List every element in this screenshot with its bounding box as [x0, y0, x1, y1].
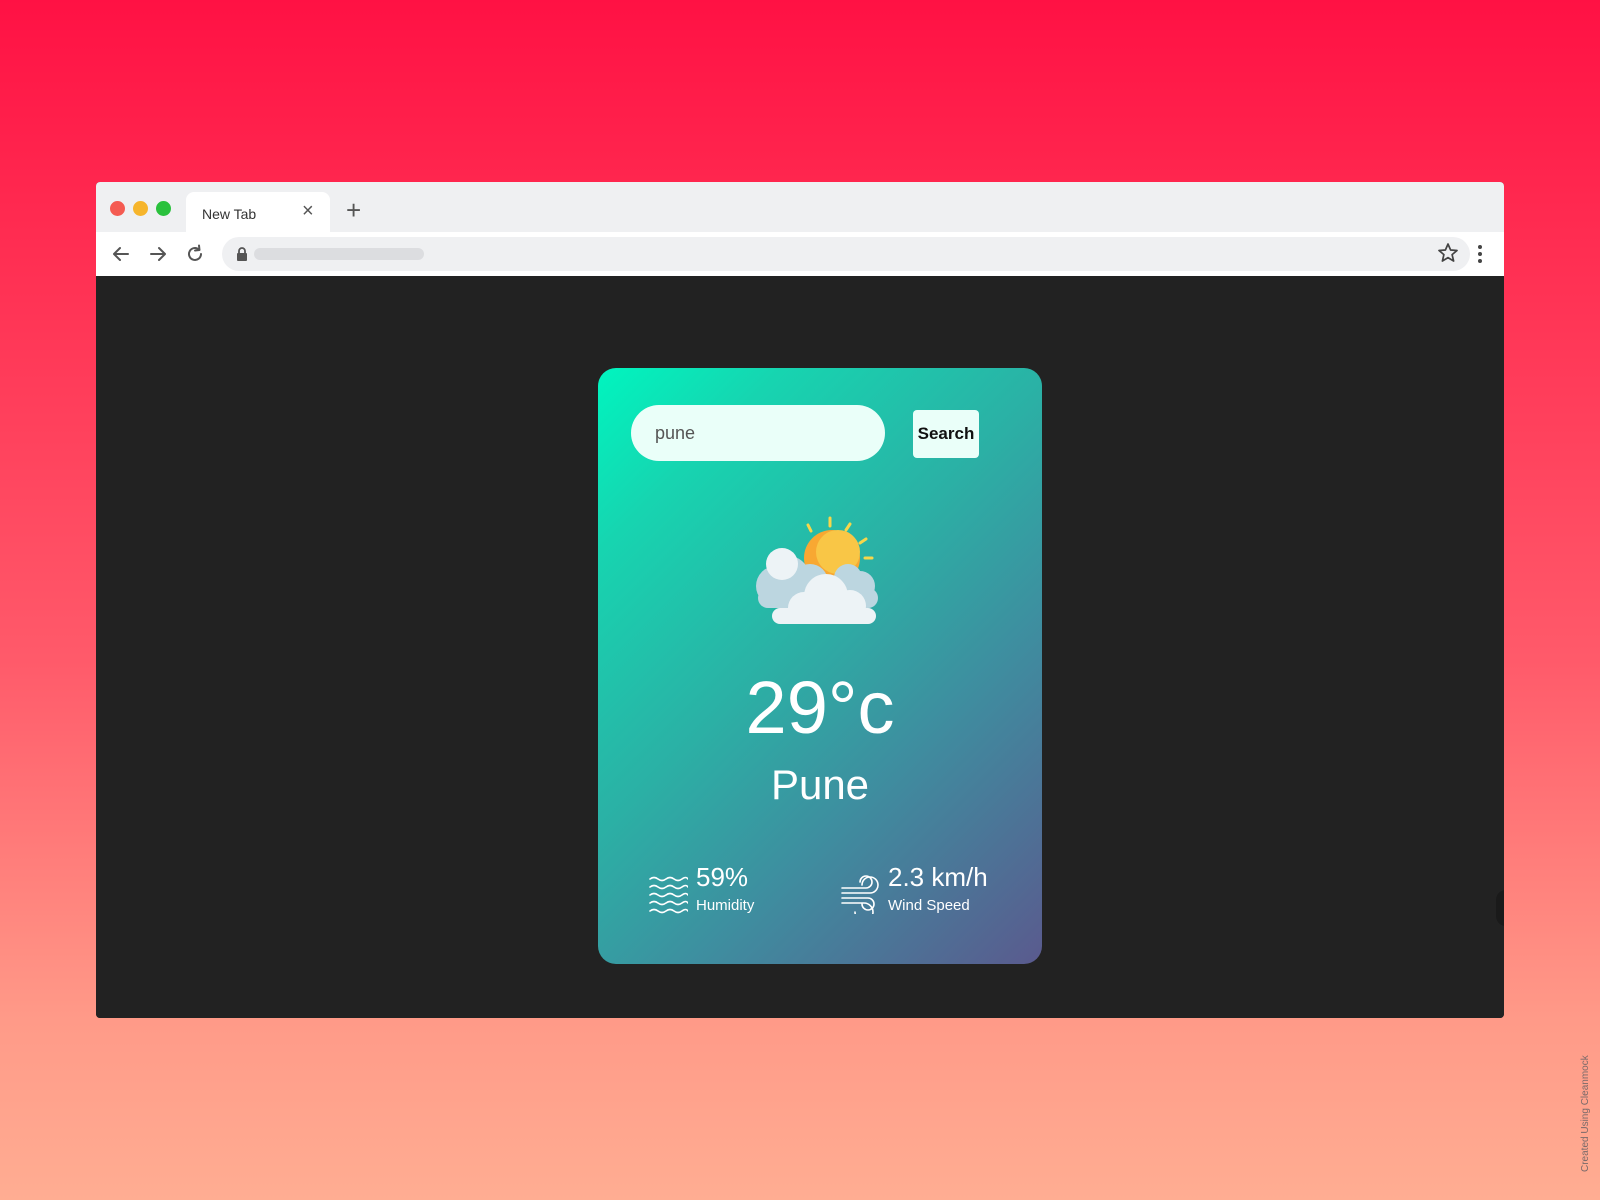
- page-viewport: Search: [96, 276, 1504, 1018]
- tab-title: New Tab: [202, 206, 257, 222]
- new-tab-button[interactable]: +: [346, 197, 361, 223]
- wind-speed-label: Wind Speed: [888, 897, 970, 914]
- bookmark-star-icon[interactable]: [1436, 241, 1460, 265]
- temperature: 29°c: [745, 666, 895, 749]
- reload-icon[interactable]: [182, 241, 208, 267]
- humidity-label: Humidity: [696, 897, 755, 914]
- browser-window: New Tab × + pune Search 29°c Pune 59% Hu…: [96, 182, 1504, 1018]
- city-name: Pune: [770, 761, 870, 808]
- city-search-input[interactable]: [631, 405, 885, 461]
- humidity-value: 59%: [696, 862, 749, 892]
- address-bar[interactable]: [222, 237, 1470, 271]
- close-window-button[interactable]: [110, 201, 125, 216]
- tab-new-tab[interactable]: New Tab ×: [186, 192, 330, 232]
- wind-speed-value: 2.3 km/h: [888, 862, 988, 892]
- search-button[interactable]: Search: [913, 410, 979, 458]
- tab-strip: New Tab × +: [96, 182, 1504, 232]
- side-panel-handle[interactable]: [1496, 890, 1504, 926]
- wind-stat: 2.3 km/h Wind Speed: [840, 858, 1030, 918]
- maximize-window-button[interactable]: [156, 201, 171, 216]
- more-menu-icon[interactable]: [1476, 242, 1484, 266]
- forward-arrow-icon[interactable]: [145, 241, 171, 267]
- partly-cloudy-icon: [756, 516, 878, 624]
- close-icon[interactable]: ×: [302, 201, 314, 221]
- wind-icon: [841, 875, 879, 914]
- lock-icon: [237, 247, 247, 261]
- watermark: Created Using Cleanmock: [1580, 1055, 1591, 1172]
- minimize-window-button[interactable]: [133, 201, 148, 216]
- back-arrow-icon[interactable]: [108, 241, 134, 267]
- browser-toolbar: [96, 232, 1504, 276]
- url-placeholder: [254, 248, 424, 260]
- weather-card: Search: [598, 368, 1042, 964]
- humidity-stat: 59% Humidity: [648, 858, 808, 918]
- humidity-waves-icon: [649, 876, 688, 914]
